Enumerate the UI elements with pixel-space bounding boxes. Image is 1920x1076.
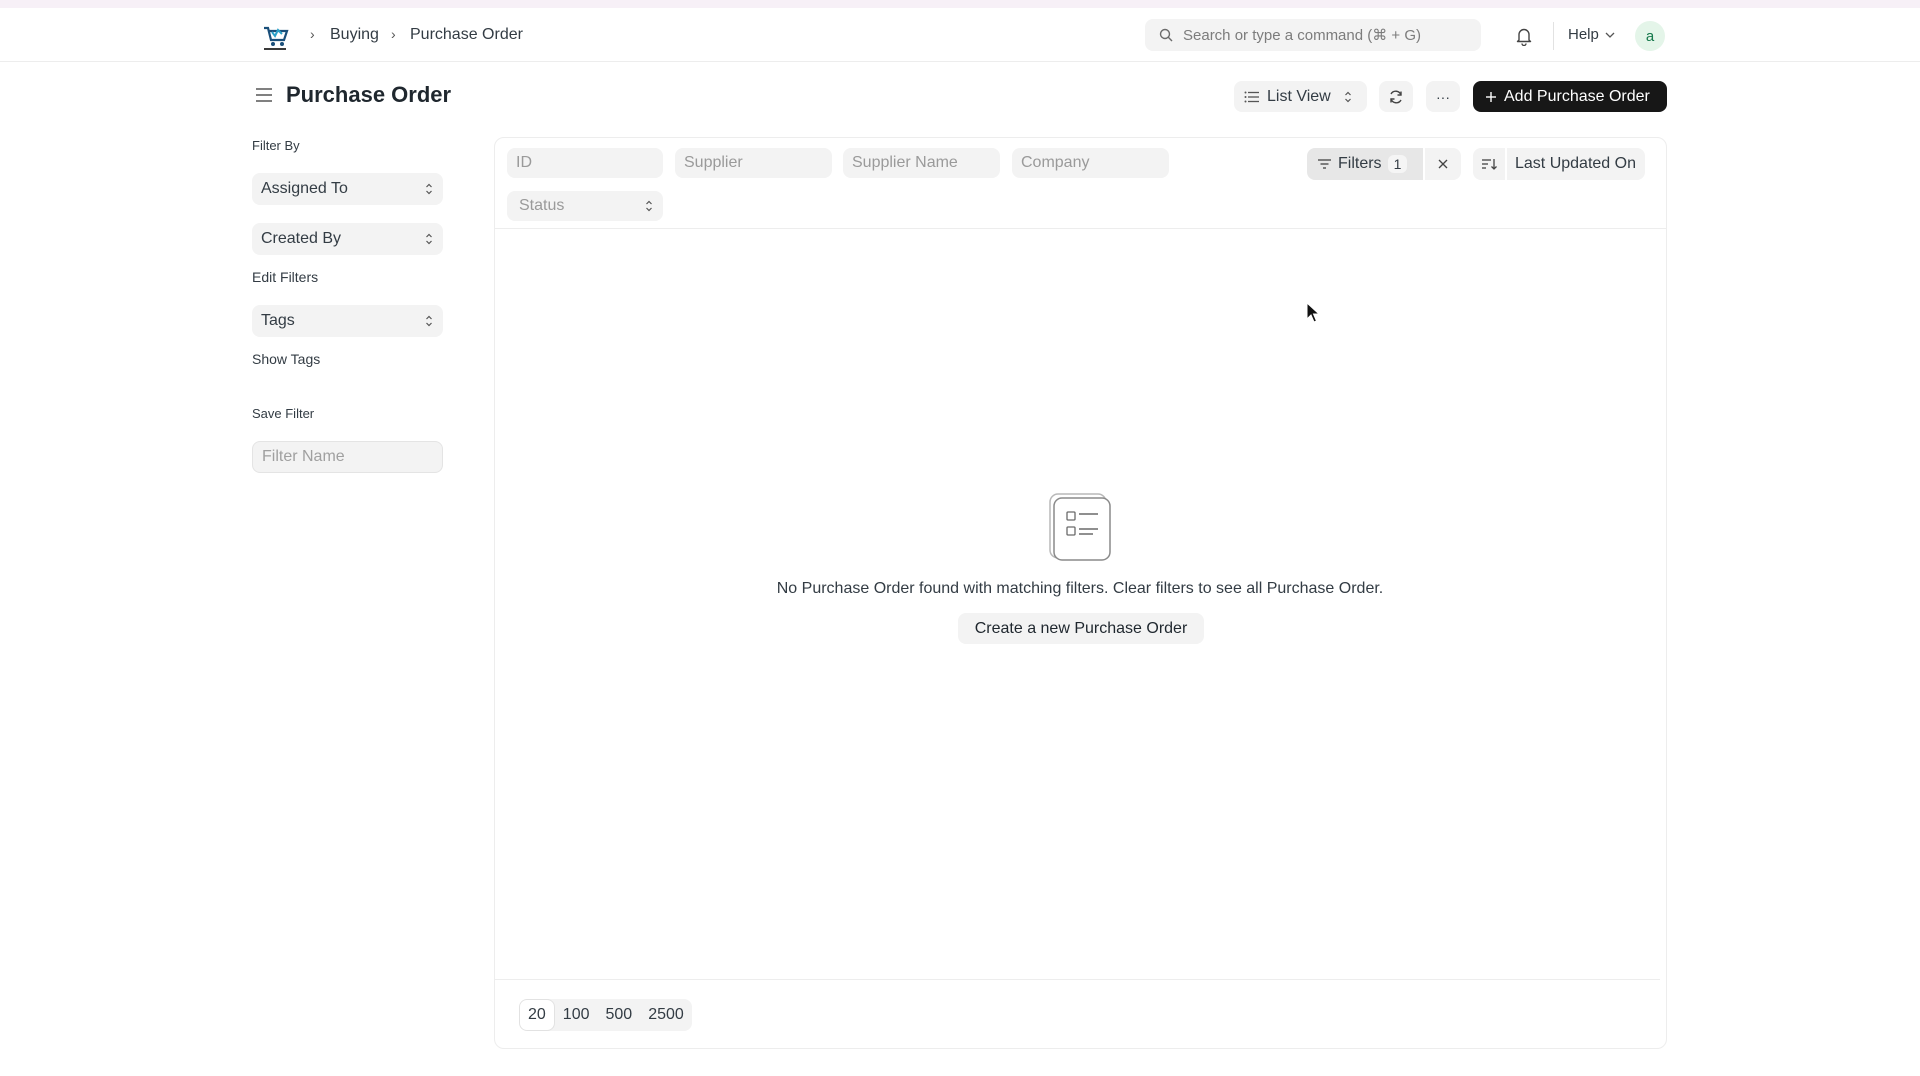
clear-filters-button[interactable] [1425, 148, 1461, 180]
page-size-100[interactable]: 100 [555, 999, 598, 1031]
refresh-icon [1390, 90, 1402, 103]
page-size-2500[interactable]: 2500 [640, 999, 692, 1031]
filter-name-input[interactable]: Filter Name [252, 441, 443, 473]
close-icon [1438, 159, 1448, 169]
assigned-to-select[interactable]: Assigned To [252, 173, 443, 205]
help-label: Help [1568, 26, 1599, 43]
app-logo-icon[interactable] [258, 22, 292, 52]
supplier-filter-input[interactable]: Supplier [675, 148, 832, 178]
page-size-group: 20 100 500 2500 [519, 999, 692, 1031]
company-filter-placeholder: Company [1021, 154, 1090, 171]
search-placeholder: Search or type a command (⌘ + G) [1183, 27, 1422, 44]
breadcrumb-purchase-order[interactable]: Purchase Order [410, 8, 523, 62]
create-new-purchase-order-button[interactable]: Create a new Purchase Order [958, 613, 1204, 644]
select-arrows-icon [646, 200, 652, 212]
navbar-divider [1553, 22, 1554, 50]
empty-state-message: No Purchase Order found with matching fi… [776, 580, 1384, 597]
select-arrows-icon [426, 183, 432, 195]
show-tags-link[interactable]: Show Tags [252, 351, 320, 367]
list-icon [1244, 91, 1259, 102]
mouse-cursor-icon [1306, 302, 1320, 323]
sort-group: Last Updated On [1473, 148, 1645, 180]
more-actions-button[interactable]: ··· [1426, 81, 1460, 112]
footer-divider [495, 979, 1660, 980]
breadcrumb-buying[interactable]: Buying [330, 8, 379, 62]
sidebar-toggle-icon[interactable] [254, 86, 274, 104]
filters-group: Filters 1 [1307, 148, 1461, 180]
tags-label: Tags [261, 312, 295, 329]
filter-bar-divider [495, 228, 1666, 229]
list-view-label: List View [1267, 87, 1331, 105]
chevron-right-icon: › [310, 26, 315, 42]
filter-icon [1318, 159, 1331, 169]
supplier-name-filter-input[interactable]: Supplier Name [843, 148, 1000, 178]
filters-count-badge: 1 [1387, 155, 1408, 173]
help-dropdown[interactable]: Help [1568, 26, 1615, 43]
list-view-selector[interactable]: List View [1234, 81, 1367, 112]
sort-order-button[interactable] [1473, 148, 1505, 180]
empty-list-icon [1049, 493, 1111, 561]
avatar[interactable]: a [1635, 21, 1665, 51]
notification-bell-icon[interactable] [1515, 26, 1533, 46]
refresh-button[interactable] [1379, 81, 1413, 112]
filter-name-placeholder: Filter Name [262, 448, 345, 465]
page-size-500[interactable]: 500 [598, 999, 641, 1031]
company-filter-input[interactable]: Company [1012, 148, 1169, 178]
select-arrows-icon [426, 315, 432, 327]
page-title: Purchase Order [286, 82, 452, 107]
add-purchase-order-button[interactable]: Add Purchase Order [1473, 81, 1667, 112]
tags-select[interactable]: Tags [252, 305, 443, 337]
select-arrows-icon [426, 233, 432, 245]
created-by-select[interactable]: Created By [252, 223, 443, 255]
supplier-name-filter-placeholder: Supplier Name [852, 154, 958, 171]
status-filter-select[interactable]: Status [507, 191, 663, 221]
chevron-down-icon [1605, 32, 1615, 38]
search-icon [1159, 28, 1173, 42]
search-input[interactable]: Search or type a command (⌘ + G) [1145, 19, 1481, 51]
edit-filters-link[interactable]: Edit Filters [252, 269, 318, 285]
sort-field-selector[interactable]: Last Updated On [1507, 148, 1645, 180]
filters-button[interactable]: Filters 1 [1307, 148, 1423, 180]
id-filter-placeholder: ID [516, 154, 532, 171]
add-purchase-order-label: Add Purchase Order [1504, 87, 1650, 105]
assigned-to-label: Assigned To [261, 180, 348, 197]
supplier-filter-placeholder: Supplier [684, 154, 743, 171]
status-filter-placeholder: Status [519, 197, 565, 214]
select-arrows-icon [1344, 91, 1351, 102]
top-accent-bar [0, 0, 1920, 8]
filter-by-label: Filter By [252, 138, 300, 153]
id-filter-input[interactable]: ID [507, 148, 663, 178]
navbar: › Buying › Purchase Order Search or type… [0, 8, 1920, 62]
filters-label: Filters [1338, 155, 1382, 172]
plus-icon [1486, 91, 1496, 102]
page-size-20[interactable]: 20 [519, 999, 555, 1031]
created-by-label: Created By [261, 230, 342, 247]
save-filter-label: Save Filter [252, 406, 315, 421]
sort-descending-icon [1482, 159, 1497, 170]
chevron-right-icon: › [391, 26, 396, 42]
